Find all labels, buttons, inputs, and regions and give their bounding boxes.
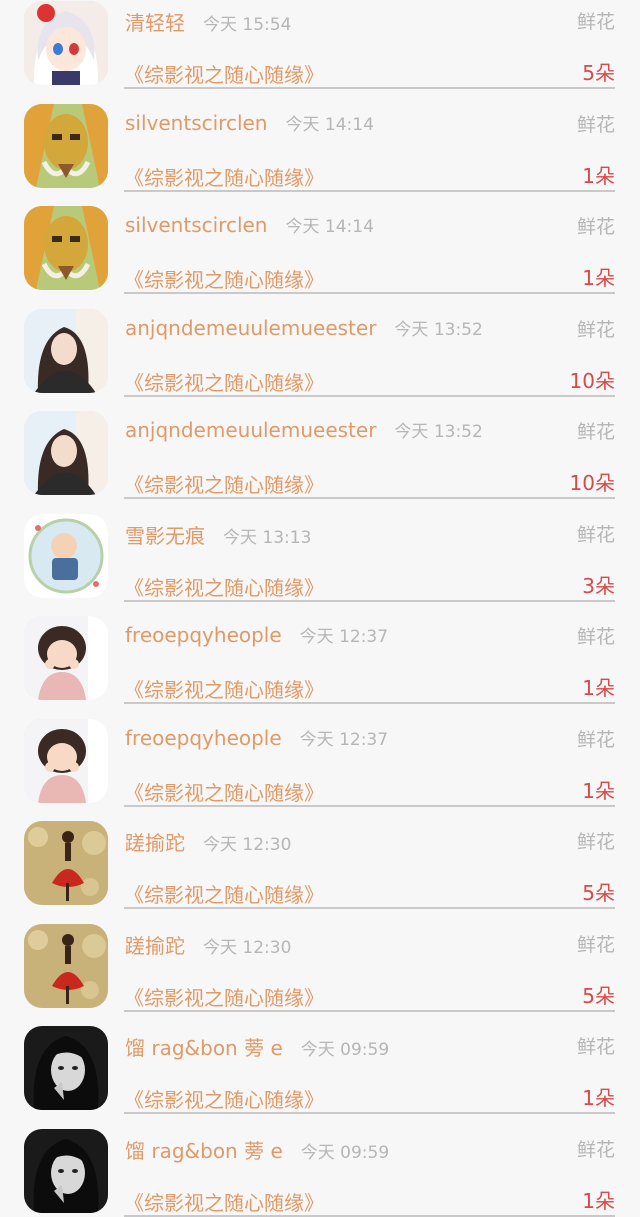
sender-name-text: anjqndemeuulemueester bbox=[125, 418, 377, 442]
sender-name[interactable]: 蹉揄跎 今天 12:30 bbox=[125, 827, 291, 856]
gift-count: 3朵 bbox=[582, 573, 615, 598]
sender-name-text: freoepqyheople bbox=[125, 725, 282, 750]
book-title[interactable]: 《综影视之随心随缘》 bbox=[124, 162, 324, 191]
gift-type: 鲜花 bbox=[576, 11, 615, 33]
book-title[interactable]: 《综影视之随心随缘》 bbox=[124, 879, 324, 908]
gift-count: 1朵 bbox=[582, 266, 615, 290]
list-item[interactable]: 雪影无痕 今天 13:13 鲜花 《综影视之随心随缘》 3朵 bbox=[0, 496, 640, 602]
sender-name-text: 清轻轻 bbox=[125, 11, 185, 35]
gift-type: 鲜花 bbox=[576, 1036, 615, 1058]
gift-count: 1朵 bbox=[582, 163, 615, 188]
gift-count: 5朵 bbox=[582, 881, 615, 905]
sender-name-text: freoepqyheople bbox=[125, 623, 282, 647]
send-time: 今天 12:30 bbox=[203, 937, 292, 958]
gift-count: 10朵 bbox=[569, 368, 615, 393]
gift-count: 1朵 bbox=[582, 676, 615, 700]
book-title[interactable]: 《综影视之随心随缘》 bbox=[124, 59, 324, 88]
send-time: 今天 09:59 bbox=[300, 1040, 390, 1060]
sender-name-text: 馏 rag&bon 蒡 e bbox=[125, 1138, 283, 1163]
gift-count: 10朵 bbox=[569, 471, 615, 495]
sender-name-text: anjqndemeuulemueester bbox=[125, 315, 377, 340]
send-time: 今天 12:37 bbox=[299, 729, 389, 750]
avatar-red-dress-figure[interactable] bbox=[24, 821, 108, 905]
avatar-golden-mask[interactable] bbox=[24, 103, 108, 188]
sender-name-text: 雪影无痕 bbox=[125, 523, 205, 548]
avatar-woman-portrait[interactable] bbox=[24, 411, 108, 495]
send-time: 今天 09:59 bbox=[300, 1142, 390, 1163]
sender-name[interactable]: anjqndemeuulemueester 今天 13:52 bbox=[125, 315, 483, 340]
sender-name[interactable]: freoepqyheople 今天 12:37 bbox=[125, 725, 388, 750]
sender-name-text: 馏 rag&bon 蒡 e bbox=[125, 1036, 283, 1060]
gift-type: 鲜花 bbox=[576, 626, 615, 648]
book-title[interactable]: 《综影视之随心随缘》 bbox=[124, 1187, 324, 1216]
list-item[interactable]: freoepqyheople 今天 12:37 鲜花 《综影视之随心随缘》 1朵 bbox=[0, 701, 640, 807]
send-time: 今天 13:13 bbox=[223, 527, 312, 548]
list-item[interactable]: silventscirclen 今天 14:14 鲜花 《综影视之随心随缘》 1朵 bbox=[0, 86, 640, 192]
send-time: 今天 14:14 bbox=[285, 114, 374, 135]
list-item[interactable]: 馏 rag&bon 蒡 e 今天 09:59 鲜花 《综影视之随心随缘》 1朵 bbox=[0, 1111, 640, 1217]
list-item[interactable]: anjqndemeuulemueester 今天 13:52 鲜花 《综影视之随心… bbox=[0, 291, 640, 397]
list-item[interactable]: 蹉揄跎 今天 12:30 鲜花 《综影视之随心随缘》 5朵 bbox=[0, 906, 640, 1012]
list-item[interactable]: 清轻轻 今天 15:54 鲜花 《综影视之随心随缘》 5朵 bbox=[0, 0, 640, 89]
gift-type: 鲜花 bbox=[576, 728, 615, 751]
book-title[interactable]: 《综影视之随心随缘》 bbox=[124, 572, 324, 601]
book-title[interactable]: 《综影视之随心随缘》 bbox=[124, 367, 324, 396]
book-title[interactable]: 《综影视之随心随缘》 bbox=[124, 777, 324, 806]
sender-name-text: 蹉揄跎 bbox=[125, 933, 185, 958]
gift-count: 5朵 bbox=[582, 983, 615, 1008]
send-time: 今天 12:37 bbox=[299, 627, 389, 647]
sender-name[interactable]: silventscirclen 今天 14:14 bbox=[125, 212, 374, 237]
list-item[interactable]: 蹉揄跎 今天 12:30 鲜花 《综影视之随心随缘》 5朵 bbox=[0, 803, 640, 909]
gift-record-list: 清轻轻 今天 15:54 鲜花 《综影视之随心随缘》 5朵 silventscir… bbox=[0, 0, 640, 1217]
gift-count: 1朵 bbox=[582, 1086, 615, 1110]
gift-count: 5朵 bbox=[582, 61, 615, 85]
gift-type: 鲜花 bbox=[576, 113, 615, 136]
list-item[interactable]: freoepqyheople 今天 12:37 鲜花 《综影视之随心随缘》 1朵 bbox=[0, 598, 640, 704]
sender-name[interactable]: 馏 rag&bon 蒡 e 今天 09:59 bbox=[125, 1135, 389, 1164]
avatar-baby-circle[interactable] bbox=[24, 513, 108, 598]
avatar-golden-mask[interactable] bbox=[24, 206, 108, 290]
sender-name-text: 蹉揄跎 bbox=[125, 831, 185, 855]
send-time: 今天 13:52 bbox=[394, 422, 483, 442]
gift-type: 鲜花 bbox=[576, 1138, 615, 1161]
avatar-red-dress-figure[interactable] bbox=[24, 923, 108, 1008]
book-title[interactable]: 《综影视之随心随缘》 bbox=[124, 674, 324, 703]
gift-type: 鲜花 bbox=[576, 523, 615, 546]
gift-count: 1朵 bbox=[582, 778, 615, 803]
sender-name-text: silventscirclen bbox=[125, 213, 268, 237]
sender-name[interactable]: 清轻轻 今天 15:54 bbox=[125, 7, 291, 36]
divider bbox=[124, 1214, 615, 1217]
send-time: 今天 13:52 bbox=[394, 319, 483, 340]
send-time: 今天 14:14 bbox=[285, 217, 374, 237]
sender-name[interactable]: freoepqyheople 今天 12:37 bbox=[125, 622, 388, 647]
book-title[interactable]: 《综影视之随心随缘》 bbox=[124, 264, 324, 293]
avatar-bw-woman[interactable] bbox=[24, 1128, 108, 1213]
list-item[interactable]: anjqndemeuulemueester 今天 13:52 鲜花 《综影视之随心… bbox=[0, 393, 640, 499]
avatar-child-girl[interactable] bbox=[24, 718, 108, 803]
book-title[interactable]: 《综影视之随心随缘》 bbox=[124, 982, 324, 1011]
avatar-bw-woman[interactable] bbox=[24, 1026, 108, 1110]
sender-name[interactable]: 雪影无痕 今天 13:13 bbox=[125, 520, 311, 549]
sender-name[interactable]: anjqndemeuulemueester 今天 13:52 bbox=[125, 417, 483, 442]
gift-count: 1朵 bbox=[582, 1188, 615, 1213]
book-title[interactable]: 《综影视之随心随缘》 bbox=[124, 469, 324, 498]
sender-name[interactable]: 馏 rag&bon 蒡 e 今天 09:59 bbox=[125, 1032, 389, 1061]
avatar-woman-portrait[interactable] bbox=[24, 308, 108, 393]
gift-type: 鲜花 bbox=[576, 216, 615, 238]
send-time: 今天 12:30 bbox=[203, 835, 292, 855]
avatar-child-girl[interactable] bbox=[24, 616, 108, 700]
list-item[interactable]: 馏 rag&bon 蒡 e 今天 09:59 鲜花 《综影视之随心随缘》 1朵 bbox=[0, 1008, 640, 1114]
gift-type: 鲜花 bbox=[576, 831, 615, 853]
gift-type: 鲜花 bbox=[576, 933, 615, 956]
sender-name[interactable]: 蹉揄跎 今天 12:30 bbox=[125, 930, 291, 959]
book-title[interactable]: 《综影视之随心随缘》 bbox=[124, 1084, 324, 1113]
gift-type: 鲜花 bbox=[576, 421, 615, 443]
send-time: 今天 15:54 bbox=[203, 15, 292, 35]
list-item[interactable]: silventscirclen 今天 14:14 鲜花 《综影视之随心随缘》 1朵 bbox=[0, 188, 640, 294]
sender-name-text: silventscirclen bbox=[125, 110, 268, 135]
sender-name[interactable]: silventscirclen 今天 14:14 bbox=[125, 110, 374, 135]
gift-type: 鲜花 bbox=[576, 318, 615, 341]
avatar-anime-girl[interactable] bbox=[24, 1, 108, 85]
